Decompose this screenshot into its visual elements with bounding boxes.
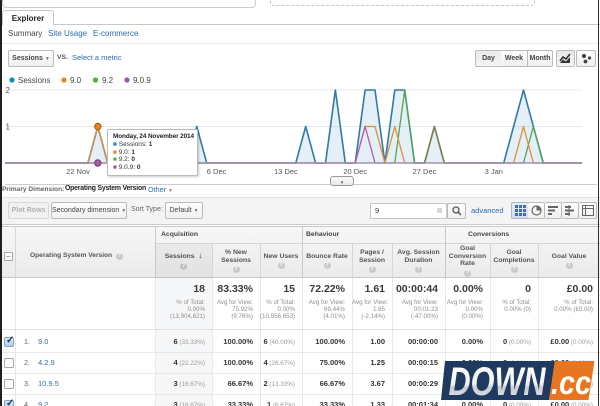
svg-text:.cc: .cc bbox=[551, 364, 591, 401]
svg-text:DOWN: DOWN bbox=[449, 360, 547, 404]
